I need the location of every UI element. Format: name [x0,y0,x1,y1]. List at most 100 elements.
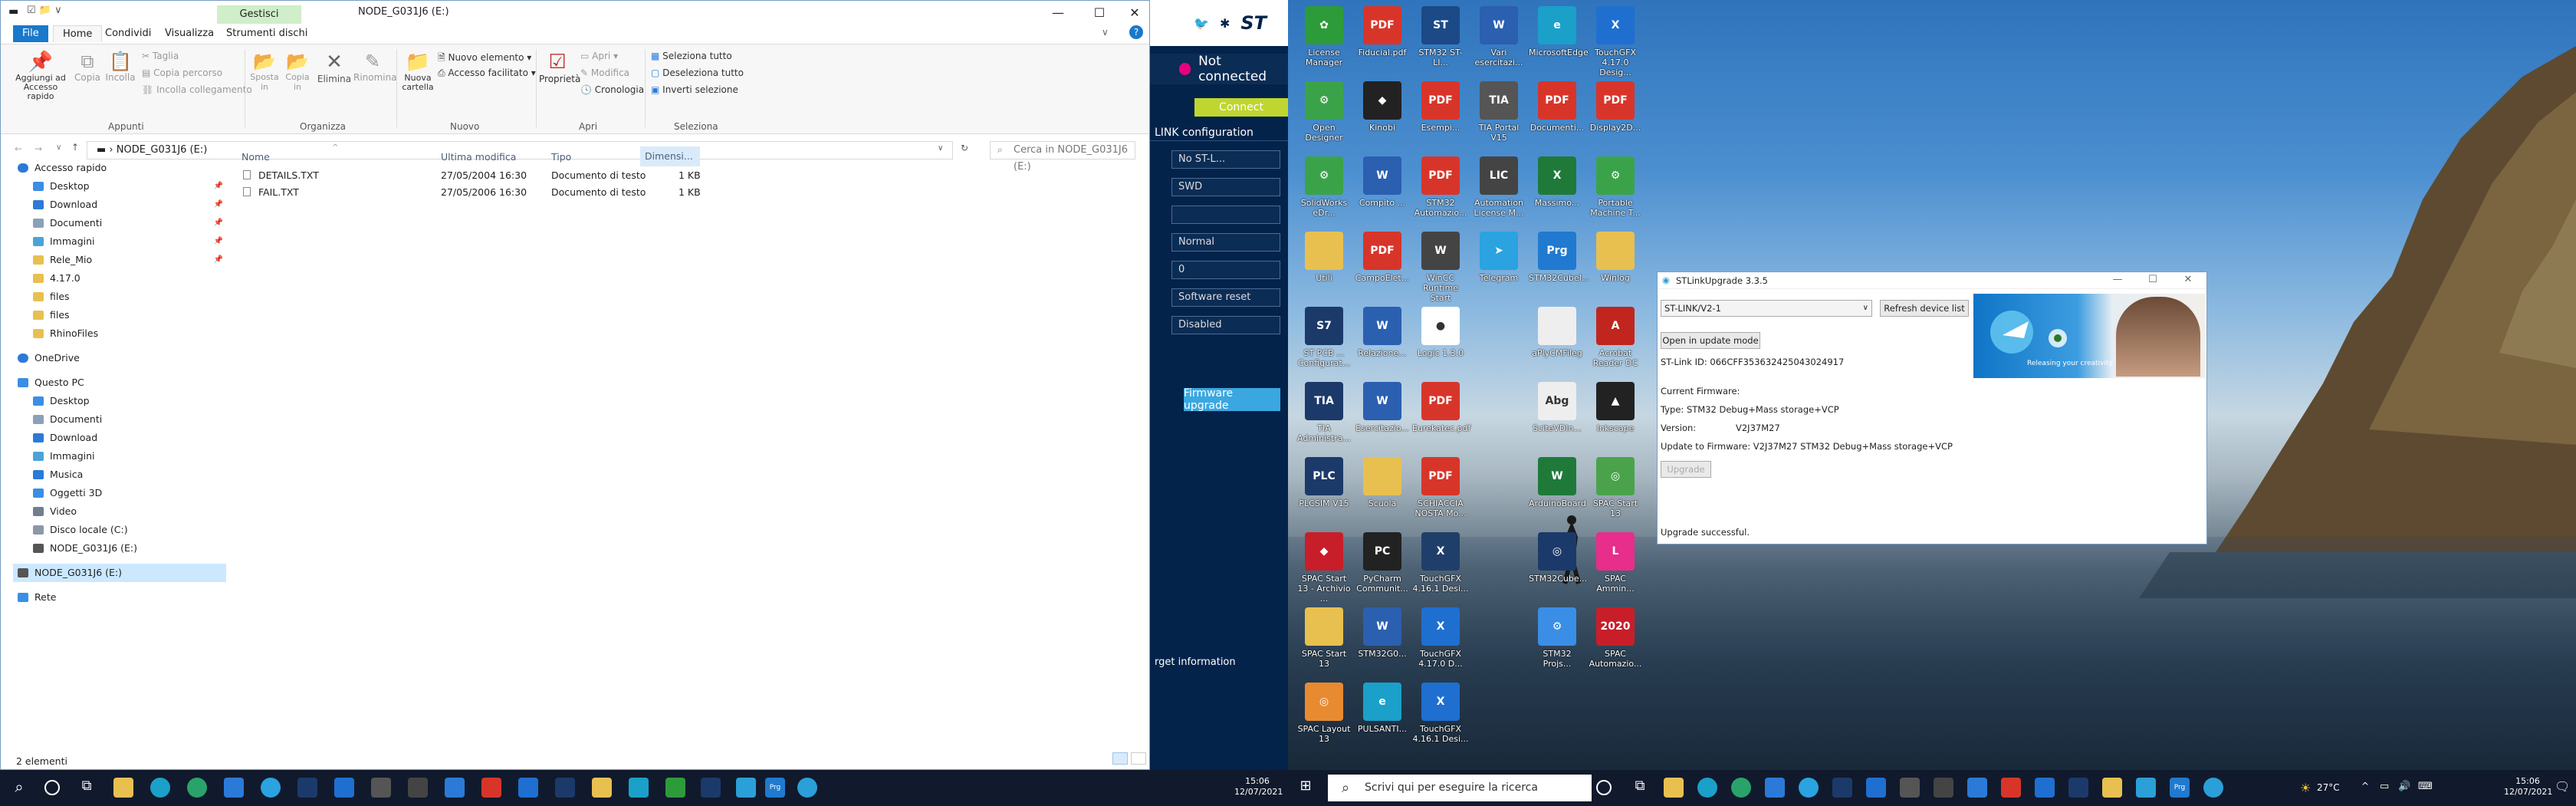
desktop-icon[interactable]: X TouchGFX 4.17.0 Desig... [1587,2,1644,77]
copy-to-button[interactable]: 📂 Copia in [283,51,312,92]
column-size[interactable]: Dimensi... [640,146,700,166]
desktop-icon[interactable]: ● Logic 1.3.0 [1412,302,1469,377]
help-icon[interactable]: ? [1129,25,1143,39]
app-taskbar-icon[interactable] [445,778,465,798]
delete-button[interactable]: ✕ Elimina [317,51,352,84]
desktop-icon[interactable]: PLC PLCSIM V15 [1296,452,1352,528]
nav-item[interactable]: files [13,288,226,306]
invert-selection-button[interactable]: ▣ Inverti selezione [651,84,738,95]
desktop-icon[interactable]: ✿ License Manager [1296,2,1352,77]
twitter-icon[interactable]: 🐦 [1194,16,1209,31]
move-to-button[interactable]: 📂 Sposta in [249,51,280,92]
edge-taskbar-icon[interactable] [150,778,170,798]
nav-item[interactable]: NODE_G031J6 (E:) [13,539,226,558]
app-taskbar-icon[interactable] [1900,778,1920,798]
forward-icon[interactable]: → [34,143,42,154]
desktop-icon[interactable]: aPlyCMFileg [1529,302,1585,377]
mode-select[interactable]: Normal [1171,233,1280,252]
desktop-icon[interactable]: W Esercitazio... [1354,377,1411,452]
stlink-upgrade-taskbar-icon[interactable] [736,778,756,798]
app-taskbar-icon[interactable] [408,778,428,798]
clock-right[interactable]: 15:06 12/07/2021 [2504,776,2552,798]
desktop-icon[interactable]: W ArduinoBoard [1529,452,1586,528]
desktop-icon[interactable]: LIC Automation License M... [1470,152,1527,227]
copy-button[interactable]: ⧉ Copia [74,51,100,83]
star-icon[interactable]: ✱ [1220,16,1230,31]
weather-temperature[interactable]: 27°C [2317,782,2340,793]
nav-item[interactable]: NODE_G031J6 (E:) [13,564,226,582]
recent-locations-icon[interactable]: ∨ [56,143,61,152]
nav-item[interactable]: Rele_Mio 📌 [13,251,226,269]
desktop-icon[interactable]: PDF Documenti... [1529,77,1585,152]
file-explorer-taskbar-icon[interactable] [113,778,133,798]
desktop-icon[interactable]: ◎ SPAC Layout 13 [1296,678,1352,753]
network-icon[interactable]: ▭ [2380,781,2389,792]
nav-item[interactable]: Desktop [13,392,226,410]
expand-ribbon-icon[interactable]: ∨ [1102,27,1109,38]
desktop-icon[interactable]: Winlog [1587,227,1644,302]
app-taskbar-icon[interactable] [629,778,649,798]
file-row[interactable]: DETAILS.TXT 27/05/2004 16:30 Documento di … [237,166,1142,183]
maximize-button[interactable]: ☐ [1082,1,1117,24]
minimize-button[interactable]: — [1040,1,1076,24]
desktop-icon[interactable]: ◆ SPAC Start 13 - Archivio ... [1296,528,1352,604]
mail-taskbar-icon[interactable] [224,778,244,798]
nav-item[interactable]: Download [13,429,226,447]
column-type[interactable]: Tipo [551,151,571,163]
reset-mode-select[interactable]: Software reset [1171,288,1280,307]
desktop-icon[interactable]: W Compito ... [1354,152,1411,227]
nav-item[interactable]: Download 📌 [13,196,226,214]
desktop-icon[interactable]: ⚙ Open Designer [1296,77,1352,152]
telegram-taskbar-icon[interactable] [1799,778,1819,798]
column-name[interactable]: Nome [242,151,270,163]
desktop-icon[interactable]: ST STM32 ST-LI... [1412,2,1469,77]
desktop-icon[interactable]: 2020 SPAC Automazio... [1587,603,1644,678]
nav-item[interactable]: RhinoFiles [13,324,226,343]
paste-link-button[interactable]: ⛓ Incolla collegamento [142,84,252,95]
task-view-icon[interactable]: ⧉ [1630,778,1650,798]
language-icon[interactable]: ⌨ [2418,781,2433,792]
desktop-icon[interactable]: W STM32G0... [1354,603,1411,678]
pin-icon[interactable]: 📌 [214,214,223,232]
desktop-icon[interactable]: PC PyCharm Communit... [1354,528,1411,603]
details-view-icon[interactable] [1112,752,1128,765]
nav-item[interactable]: OneDrive [13,349,226,367]
edge-dev-taskbar-icon[interactable] [187,778,207,798]
tab-view[interactable]: Visualizza [156,25,223,42]
minimize-button[interactable]: — [2102,274,2133,285]
copy-path-button[interactable]: ▤ Copia percorso [142,67,222,78]
edge-dev-taskbar-icon[interactable] [1731,778,1751,798]
tab-share[interactable]: Condividi [96,25,160,42]
desktop-icon[interactable]: X TouchGFX 4.17.0 D... [1412,603,1469,678]
telegram-taskbar-icon[interactable] [261,778,281,798]
desktop-icon[interactable]: Utili [1296,227,1352,302]
app-taskbar-icon[interactable] [334,778,354,798]
app-taskbar-icon[interactable] [1967,778,1987,798]
app-taskbar-icon[interactable] [371,778,391,798]
easy-access-button[interactable]: ⎙ Accesso facilitato ▾ [438,67,536,79]
pin-icon[interactable]: 📌 [214,196,223,214]
properties-button[interactable]: ☑ Proprietà [539,51,580,84]
desktop-icon[interactable]: PDF Esempi... [1412,77,1469,152]
cortana-icon[interactable] [44,780,60,795]
desktop-icon[interactable]: ⚙ SolidWorks eDr... [1296,152,1352,227]
nav-item[interactable]: 4.17.0 [13,269,226,288]
nav-item[interactable]: files [13,306,226,324]
app-taskbar-icon[interactable] [797,778,817,798]
new-item-button[interactable]: 🗎 Nuovo elemento ▾ [438,51,531,67]
taskbar-search-input[interactable]: Scrivi qui per eseguire la ricerca [1328,775,1592,801]
desktop-icon[interactable]: W Vari esercitazi... [1470,2,1527,77]
select-all-button[interactable]: ▦ Seleziona tutto [651,51,732,61]
desktop-icon[interactable]: ▲ Inkscape [1587,377,1644,452]
search-taskbar-icon[interactable]: ⌕ [9,778,29,798]
open-update-mode-button[interactable]: Open in update mode [1661,332,1760,349]
desktop-icon[interactable]: TIA TIA Portal V15 [1470,77,1527,152]
desktop-icon[interactable]: ◎ SPAC Start 13 [1587,452,1644,528]
desktop-icon[interactable]: e MicrosoftEdge [1529,2,1589,77]
nav-item[interactable]: Documenti 📌 [13,214,226,232]
column-modified[interactable]: Ultima modifica [441,151,516,163]
app-taskbar-icon[interactable] [297,778,317,798]
app-taskbar-icon[interactable] [2102,778,2122,798]
desktop-icon[interactable]: ◎ STM32Cube... [1529,528,1587,603]
nav-item[interactable]: Questo PC [13,373,226,392]
